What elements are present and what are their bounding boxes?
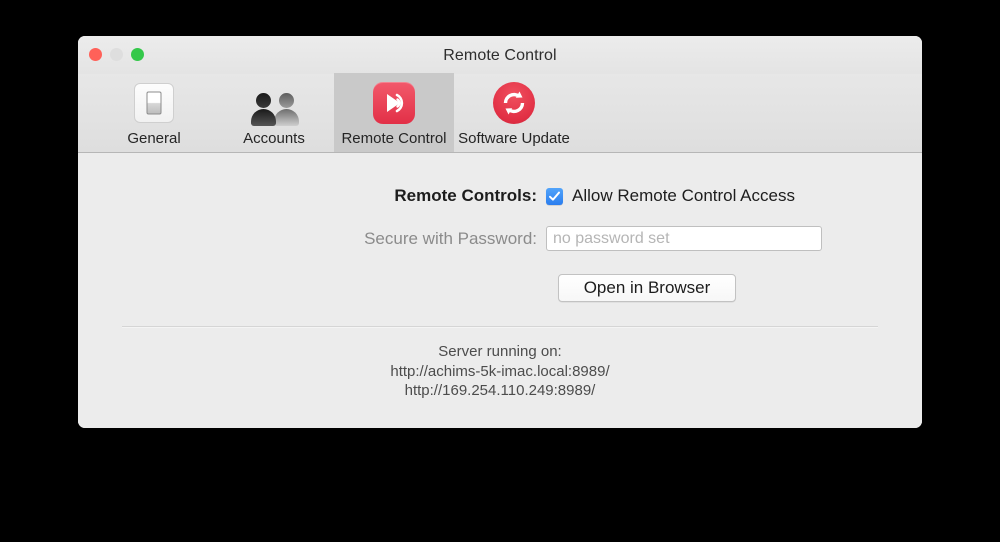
preferences-toolbar: General Accounts Remote Control Software… [78,73,922,153]
preferences-window: Remote Control General Accounts Remote C… [78,36,922,428]
server-heading: Server running on: [438,343,562,360]
tab-general[interactable]: General [94,73,214,152]
tab-accounts-label: Accounts [243,130,305,147]
remote-controls-row: Remote Controls: Allow Remote Control Ac… [78,186,795,206]
light-switch-icon [131,80,177,126]
refresh-icon [491,80,537,126]
section-divider [122,326,878,328]
toolbar-tab-list: General Accounts Remote Control Software… [94,73,574,152]
tab-remote-control[interactable]: Remote Control [334,73,454,152]
open-in-browser-button[interactable]: Open in Browser [558,274,736,302]
tab-software-update-label: Software Update [458,130,570,147]
server-info: Server running on: http://achims-5k-imac… [78,342,922,401]
tab-software-update[interactable]: Software Update [454,73,574,152]
tab-general-label: General [127,130,181,147]
remote-controls-label: Remote Controls: [394,186,537,205]
tab-remote-control-label: Remote Control [341,130,447,147]
window-title: Remote Control [443,47,557,64]
allow-remote-control-label[interactable]: Allow Remote Control Access [572,186,795,206]
secure-with-password-label: Secure with Password: [364,228,537,248]
password-input[interactable] [546,226,822,251]
people-icon [251,80,299,126]
password-row: Secure with Password: [78,226,822,251]
tab-accounts[interactable]: Accounts [214,73,334,152]
airplay-icon [371,80,417,126]
remote-control-pane: Remote Controls: Allow Remote Control Ac… [78,153,922,428]
window-titlebar: Remote Control [78,36,922,74]
allow-remote-control-checkbox[interactable] [546,187,563,205]
server-url-local: http://achims-5k-imac.local:8989/ [390,362,610,380]
server-url-ip: http://169.254.110.249:8989/ [404,382,596,399]
